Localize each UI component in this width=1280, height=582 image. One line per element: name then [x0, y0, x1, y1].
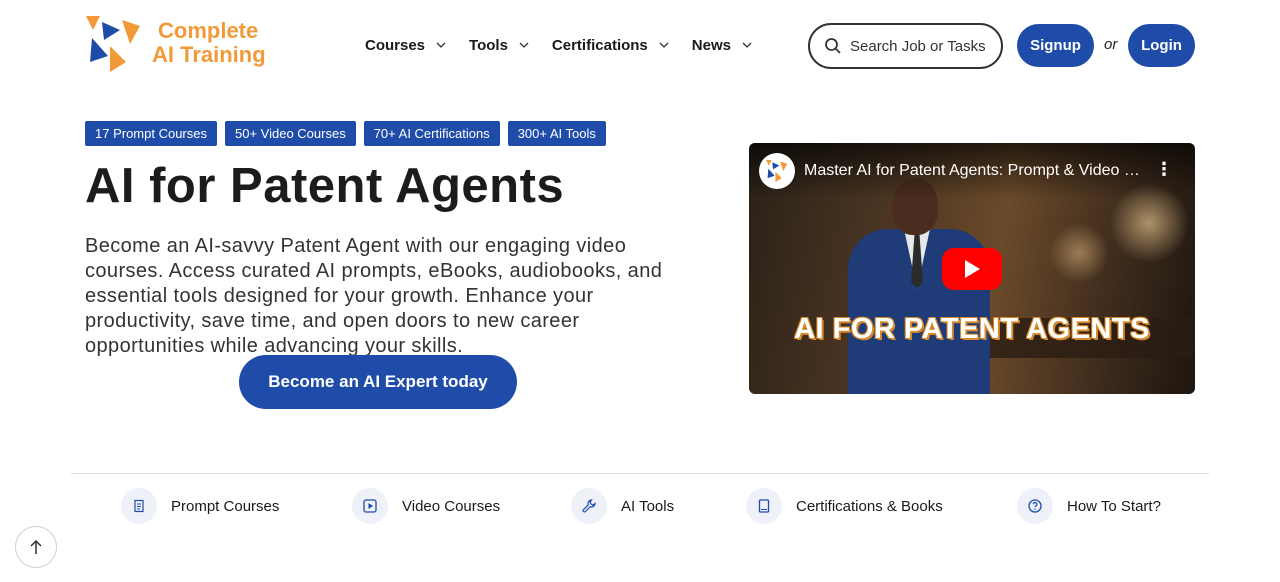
quick-link-certifications-books[interactable]: Certifications & Books	[746, 488, 943, 524]
login-button[interactable]: Login	[1128, 24, 1195, 67]
page-title: AI for Patent Agents	[85, 159, 565, 213]
quick-link-label: Video Courses	[402, 497, 501, 515]
brand-line-1: Complete	[158, 18, 259, 43]
quick-link-label: AI Tools	[621, 497, 675, 515]
section-divider	[71, 473, 1209, 474]
nav-courses[interactable]: Courses	[365, 32, 447, 58]
icon-circle	[352, 488, 388, 524]
nav-news-label: News	[691, 36, 731, 54]
quick-link-label: Certifications & Books	[796, 497, 943, 515]
search-placeholder: Search Job or Tasks	[850, 37, 986, 55]
play-square-icon	[363, 499, 377, 513]
chevron-down-icon	[742, 42, 752, 48]
scroll-to-top-button[interactable]	[15, 526, 57, 568]
badge-certifications[interactable]: 70+ AI Certifications	[363, 121, 500, 146]
logo-icon	[86, 16, 142, 72]
or-text: or	[1104, 36, 1118, 53]
badge-video-courses[interactable]: 50+ Video Courses	[225, 121, 356, 146]
nav-certifications-label: Certifications	[551, 36, 648, 54]
more-options-icon[interactable]: ⋮	[1155, 159, 1173, 180]
nav-courses-label: Courses	[365, 36, 426, 54]
badge-row: 17 Prompt Courses 50+ Video Courses 70+ …	[85, 121, 606, 146]
icon-circle	[746, 488, 782, 524]
icon-circle	[1017, 488, 1053, 524]
nav-tools[interactable]: Tools	[469, 32, 530, 58]
play-icon	[965, 260, 980, 278]
chevron-down-icon	[659, 42, 669, 48]
quick-link-label: Prompt Courses	[171, 497, 280, 515]
wrench-icon	[582, 499, 596, 513]
nav-certifications[interactable]: Certifications	[552, 32, 670, 58]
brand-logo[interactable]: Complete AI Training	[86, 16, 266, 72]
badge-ai-tools[interactable]: 300+ AI Tools	[507, 121, 606, 146]
channel-avatar[interactable]	[759, 153, 795, 189]
chevron-down-icon	[519, 42, 529, 48]
nav-news[interactable]: News	[692, 32, 753, 58]
video-title[interactable]: Master AI for Patent Agents: Prompt & Vi…	[804, 162, 1140, 180]
main-nav: Courses Tools Certifications News	[365, 32, 775, 58]
lamp-glow	[1049, 223, 1109, 283]
brand-line-2: AI Training	[152, 42, 266, 67]
quick-link-prompt-courses[interactable]: Prompt Courses	[121, 488, 279, 524]
brand-name: Complete AI Training	[152, 19, 266, 67]
video-player[interactable]: Master AI for Patent Agents: Prompt & Vi…	[749, 143, 1195, 394]
cta-button[interactable]: Become an AI Expert today	[239, 355, 517, 409]
quick-link-video-courses[interactable]: Video Courses	[352, 488, 500, 524]
hero-description: Become an AI-savvy Patent Agent with our…	[85, 235, 663, 357]
search-box[interactable]: Search Job or Tasks	[808, 23, 1003, 69]
quick-link-ai-tools[interactable]: AI Tools	[571, 488, 674, 524]
question-circle-icon	[1028, 499, 1042, 513]
nav-tools-label: Tools	[469, 36, 508, 54]
site-header: Complete AI Training Courses Tools Certi…	[0, 0, 1280, 92]
quick-link-how-to-start[interactable]: How To Start?	[1017, 488, 1161, 524]
channel-logo-icon	[766, 160, 788, 182]
search-icon	[825, 38, 841, 54]
quick-link-label: How To Start?	[1067, 497, 1161, 515]
signup-button[interactable]: Signup	[1017, 24, 1094, 67]
play-button[interactable]	[942, 248, 1002, 290]
badge-prompt-courses[interactable]: 17 Prompt Courses	[85, 121, 217, 146]
book-icon	[758, 499, 770, 513]
icon-circle	[121, 488, 157, 524]
video-caption: AI FOR PATENT AGENTS	[794, 313, 1150, 345]
arrow-up-icon	[30, 539, 42, 554]
document-icon	[134, 499, 144, 513]
chevron-down-icon	[436, 42, 446, 48]
icon-circle	[571, 488, 607, 524]
